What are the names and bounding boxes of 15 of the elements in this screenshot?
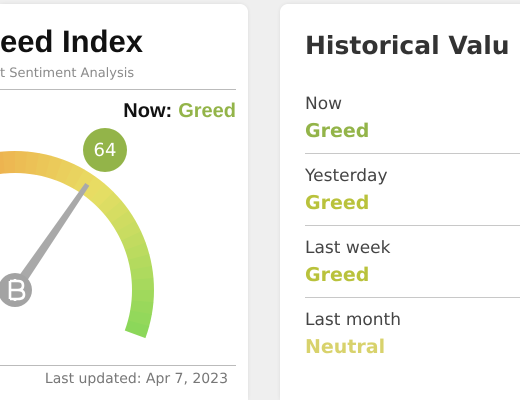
index-value: 64 <box>83 128 127 172</box>
period-label: Last month <box>305 309 402 332</box>
now-value: Greed <box>178 100 236 123</box>
card-title: eed Index <box>0 24 144 60</box>
now-label: Now: <box>123 100 172 123</box>
sentiment-value: Greed <box>305 263 370 288</box>
period-label: Now <box>305 93 344 116</box>
card-subtitle: t Sentiment Analysis <box>0 66 136 81</box>
period-label: Yesterday <box>305 165 389 188</box>
last-updated: Last updated: Apr 7, 2023 <box>44 371 229 387</box>
sentiment-value: Greed <box>305 191 370 216</box>
period-label: Last week <box>305 237 392 260</box>
card-title: Historical Valu <box>305 30 511 62</box>
sentiment-value: Neutral <box>305 335 386 360</box>
sentiment-value: Greed <box>305 119 370 144</box>
